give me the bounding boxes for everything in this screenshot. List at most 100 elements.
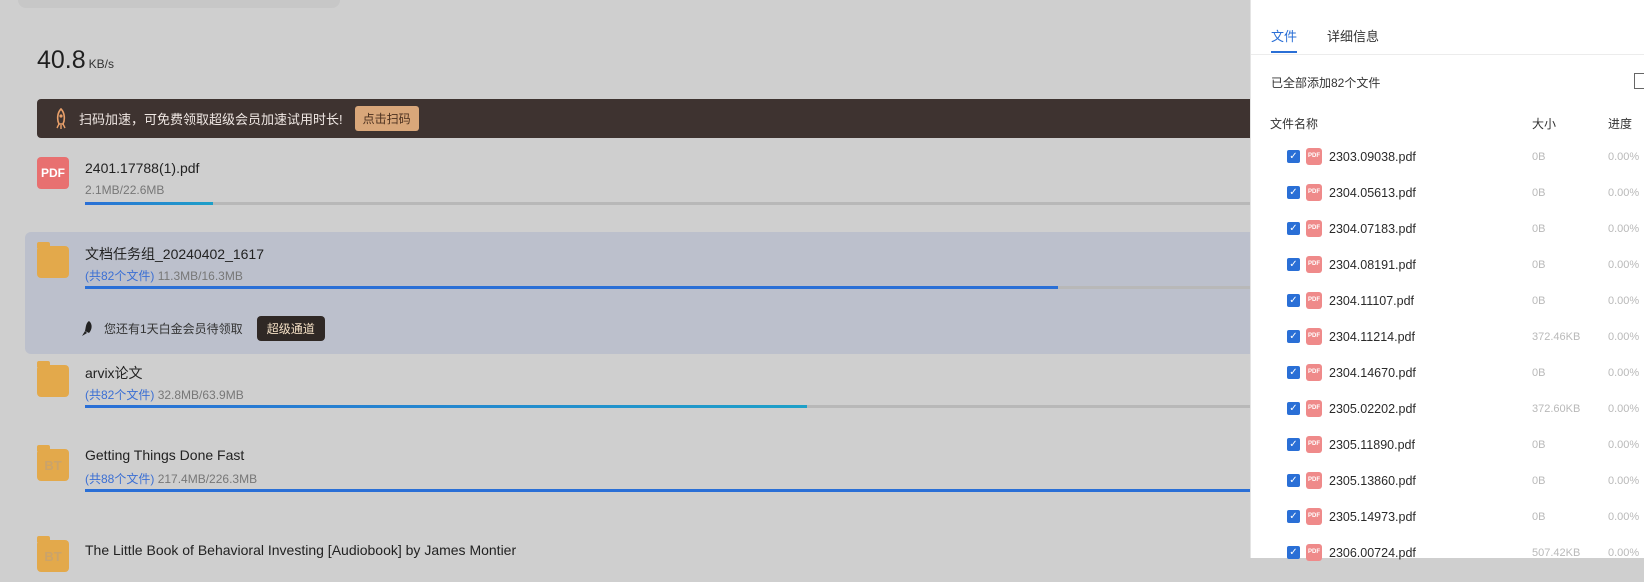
- file-progress: 0.00%: [1608, 295, 1640, 307]
- file-checkbox[interactable]: ✓: [1287, 294, 1300, 307]
- task-progress-bar: [85, 202, 1250, 205]
- pdf-file-icon: PDF: [1306, 472, 1322, 489]
- file-row[interactable]: ✓ PDF 2306.00724.pdf 507.42KB 0.00%: [1251, 544, 1644, 582]
- pdf-file-icon: PDF: [1306, 184, 1322, 201]
- file-size: 0B: [1532, 187, 1546, 199]
- files-summary: 已全部添加82个文件: [1271, 76, 1381, 90]
- pdf-file-icon: PDF: [1306, 364, 1322, 381]
- download-list-area: 40.8 KB/s 扫码加速，可免费领取超级会员加速试用时长! 点击扫码 PDF…: [0, 0, 1250, 572]
- folder-icon: [37, 242, 69, 278]
- progress-fill: [85, 489, 1250, 492]
- promo-banner: 扫码加速，可免费领取超级会员加速试用时长! 点击扫码: [37, 99, 1250, 138]
- task-size: (共82个文件) 32.8MB/63.9MB: [85, 388, 244, 402]
- file-size: 0B: [1532, 367, 1546, 379]
- file-name: 2304.07183.pdf: [1329, 222, 1416, 236]
- file-row[interactable]: ✓ PDF 2305.13860.pdf 0B 0.00%: [1251, 472, 1644, 510]
- rocket-icon: [56, 107, 66, 129]
- task-size: (共82个文件) 11.3MB/16.3MB: [85, 269, 243, 283]
- search-box[interactable]: [18, 0, 340, 8]
- file-size: 0B: [1532, 475, 1546, 487]
- file-progress: 0.00%: [1608, 151, 1640, 163]
- file-size: 0B: [1532, 259, 1546, 271]
- list-view-icon[interactable]: [1634, 73, 1644, 89]
- task-name: arvix论文: [85, 365, 143, 381]
- detail-tabs: 文件 详细信息: [1271, 26, 1409, 53]
- file-progress: 0.00%: [1608, 475, 1640, 487]
- file-row[interactable]: ✓ PDF 2305.14973.pdf 0B 0.00%: [1251, 508, 1644, 546]
- file-size: 0B: [1532, 151, 1546, 163]
- file-checkbox[interactable]: ✓: [1287, 546, 1300, 559]
- file-name: 2304.11214.pdf: [1329, 330, 1415, 344]
- file-name: 2304.08191.pdf: [1329, 258, 1416, 272]
- tab-details[interactable]: 详细信息: [1327, 26, 1379, 53]
- col-header-size: 大小: [1532, 117, 1557, 131]
- file-row[interactable]: ✓ PDF 2304.07183.pdf 0B 0.00%: [1251, 220, 1644, 258]
- file-progress: 0.00%: [1608, 223, 1640, 235]
- tab-files[interactable]: 文件: [1271, 26, 1298, 53]
- progress-fill: [85, 405, 808, 408]
- file-row[interactable]: ✓ PDF 2304.14670.pdf 0B 0.00%: [1251, 364, 1644, 402]
- pdf-file-icon: PDF: [1306, 436, 1322, 453]
- file-size: 372.60KB: [1532, 403, 1581, 415]
- task-progress-bar: [85, 405, 1250, 408]
- task-size: 2.1MB/22.6MB: [85, 183, 165, 197]
- vip-reminder: 您还有1天白金会员待领取 超级通道: [80, 316, 325, 341]
- pdf-file-icon: PDF: [1306, 400, 1322, 417]
- task-name: 2401.17788(1).pdf: [85, 160, 200, 176]
- file-checkbox[interactable]: ✓: [1287, 474, 1300, 487]
- file-checkbox[interactable]: ✓: [1287, 186, 1300, 199]
- file-checkbox[interactable]: ✓: [1287, 510, 1300, 523]
- file-checkbox[interactable]: ✓: [1287, 150, 1300, 163]
- file-row[interactable]: ✓ PDF 2303.09038.pdf 0B 0.00%: [1251, 148, 1644, 186]
- download-speed: 40.8 KB/s: [37, 46, 114, 75]
- task-name: Getting Things Done Fast: [85, 447, 245, 463]
- file-checkbox[interactable]: ✓: [1287, 402, 1300, 415]
- file-progress: 0.00%: [1608, 187, 1640, 199]
- super-channel-button[interactable]: 超级通道: [256, 316, 325, 341]
- file-size: 0B: [1532, 295, 1546, 307]
- file-name: 2304.14670.pdf: [1329, 366, 1416, 380]
- pdf-file-icon: PDF: [1306, 148, 1322, 165]
- file-checkbox[interactable]: ✓: [1287, 258, 1300, 271]
- progress-fill: [85, 202, 214, 205]
- col-header-progress: 进度: [1608, 117, 1633, 131]
- pdf-file-icon: PDF: [1306, 292, 1322, 309]
- file-name: 2305.13860.pdf: [1329, 474, 1416, 488]
- file-name: 2305.14973.pdf: [1329, 510, 1416, 524]
- file-progress: 0.00%: [1608, 511, 1640, 523]
- task-name: 文档任务组_20240402_1617: [85, 246, 265, 262]
- file-row[interactable]: ✓ PDF 2304.11107.pdf 0B 0.00%: [1251, 292, 1644, 330]
- pdf-file-icon: PDF: [1306, 544, 1322, 561]
- task-detail-panel: 文件 详细信息 已全部添加82个文件 文件名称 大小 进度 ✓ PDF 2303.0…: [1250, 0, 1644, 561]
- pdf-file-icon: PDF: [1306, 256, 1322, 273]
- file-progress: 0.00%: [1608, 331, 1640, 343]
- promo-text: 扫码加速，可免费领取超级会员加速试用时长!: [79, 112, 343, 127]
- col-header-name: 文件名称: [1270, 117, 1319, 131]
- folder-icon: [37, 361, 69, 397]
- vip-text: 您还有1天白金会员待领取: [104, 322, 243, 336]
- file-size: 0B: [1532, 223, 1546, 235]
- pdf-icon: PDF: [37, 157, 69, 189]
- file-checkbox[interactable]: ✓: [1287, 222, 1300, 235]
- file-size: 0B: [1532, 439, 1546, 451]
- file-progress: 0.00%: [1608, 547, 1640, 559]
- file-checkbox[interactable]: ✓: [1287, 438, 1300, 451]
- divider: [1251, 54, 1644, 55]
- task-size: (共88个文件) 217.4MB/226.3MB: [85, 472, 258, 486]
- file-progress: 0.00%: [1608, 367, 1640, 379]
- file-row[interactable]: ✓ PDF 2305.02202.pdf 372.60KB 0.00%: [1251, 400, 1644, 438]
- file-row[interactable]: ✓ PDF 2304.05613.pdf 0B 0.00%: [1251, 184, 1644, 222]
- speed-unit: KB/s: [88, 57, 115, 71]
- file-name: 2303.09038.pdf: [1329, 150, 1416, 164]
- file-size: 507.42KB: [1532, 547, 1581, 559]
- file-row[interactable]: ✓ PDF 2305.11890.pdf 0B 0.00%: [1251, 436, 1644, 474]
- file-progress: 0.00%: [1608, 259, 1640, 271]
- file-progress: 0.00%: [1608, 403, 1640, 415]
- file-row[interactable]: ✓ PDF 2304.08191.pdf 0B 0.00%: [1251, 256, 1644, 294]
- file-checkbox[interactable]: ✓: [1287, 330, 1300, 343]
- bt-icon: BT: [37, 445, 69, 481]
- scan-button[interactable]: 点击扫码: [354, 106, 419, 131]
- pdf-file-icon: PDF: [1306, 220, 1322, 237]
- file-checkbox[interactable]: ✓: [1287, 366, 1300, 379]
- file-row[interactable]: ✓ PDF 2304.11214.pdf 372.46KB 0.00%: [1251, 328, 1644, 366]
